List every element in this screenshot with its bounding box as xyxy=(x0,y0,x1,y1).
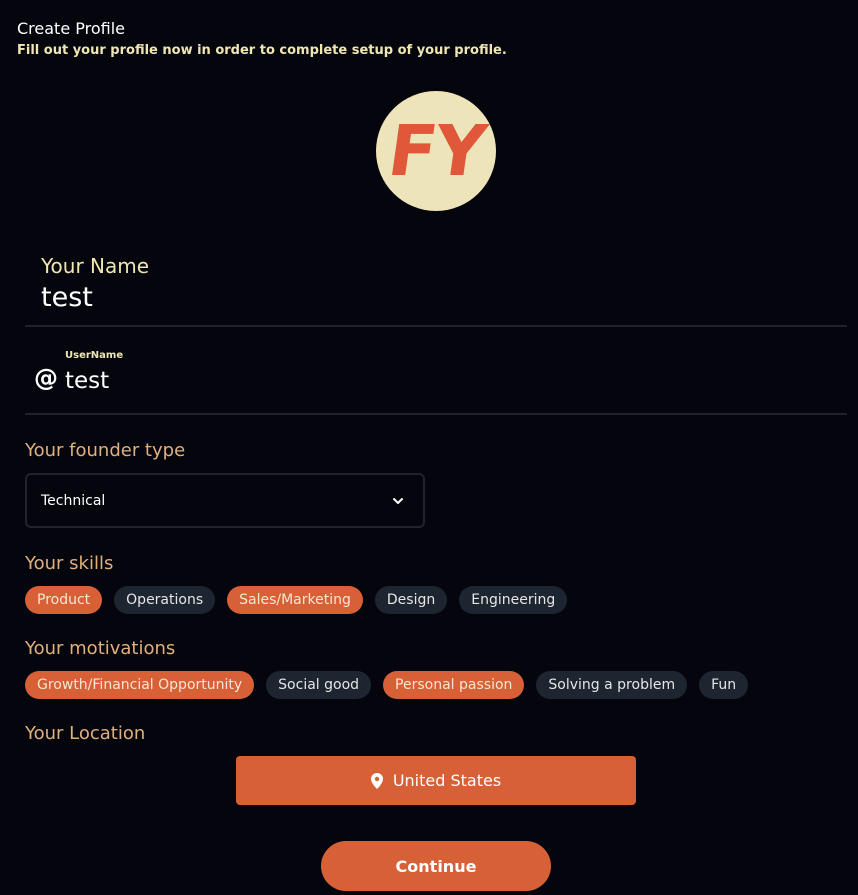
page-subtitle: Fill out your profile now in order to co… xyxy=(17,43,507,58)
location-label: Your Location xyxy=(25,723,146,744)
location-button[interactable]: United States xyxy=(236,756,636,805)
skill-chip[interactable]: Engineering xyxy=(459,586,568,614)
create-profile-page: Create Profile Fill out your profile now… xyxy=(0,0,858,895)
motivations-chips: Growth/Financial Opportunity Social good P… xyxy=(25,671,749,699)
name-field[interactable]: Your Name test xyxy=(25,240,847,327)
motivations-label: Your motivations xyxy=(25,638,176,659)
username-field[interactable]: @ UserName test xyxy=(25,340,847,415)
avatar[interactable]: FY xyxy=(376,91,496,211)
motivation-chip[interactable]: Growth/Financial Opportunity xyxy=(25,671,255,699)
founder-type-select[interactable]: Technical xyxy=(25,473,425,528)
location-value: United States xyxy=(392,771,502,790)
at-icon: @ xyxy=(34,364,58,392)
skills-chips: Product Operations Sales/Marketing Design En… xyxy=(25,586,568,614)
founder-type-value: Technical xyxy=(41,492,106,509)
founder-type-label: Your founder type xyxy=(25,440,186,461)
avatar-initials: FY xyxy=(382,110,490,192)
name-input[interactable]: test xyxy=(41,282,93,313)
motivation-chip[interactable]: Personal passion xyxy=(383,671,525,699)
continue-button[interactable]: Continue xyxy=(321,841,551,891)
skill-chip[interactable]: Design xyxy=(374,586,448,614)
skill-chip[interactable]: Sales/Marketing xyxy=(227,586,363,614)
page-title: Create Profile xyxy=(17,19,125,38)
username-input[interactable]: test xyxy=(65,368,109,394)
location-pin-icon xyxy=(370,772,383,789)
motivation-chip[interactable]: Fun xyxy=(699,671,749,699)
skill-chip[interactable]: Product xyxy=(25,586,103,614)
motivation-chip[interactable]: Social good xyxy=(266,671,372,699)
chevron-down-icon xyxy=(393,497,403,504)
name-label: Your Name xyxy=(41,254,150,278)
username-label: UserName xyxy=(65,350,124,361)
motivation-chip[interactable]: Solving a problem xyxy=(536,671,688,699)
skill-chip[interactable]: Operations xyxy=(114,586,216,614)
skills-label: Your skills xyxy=(25,553,114,574)
